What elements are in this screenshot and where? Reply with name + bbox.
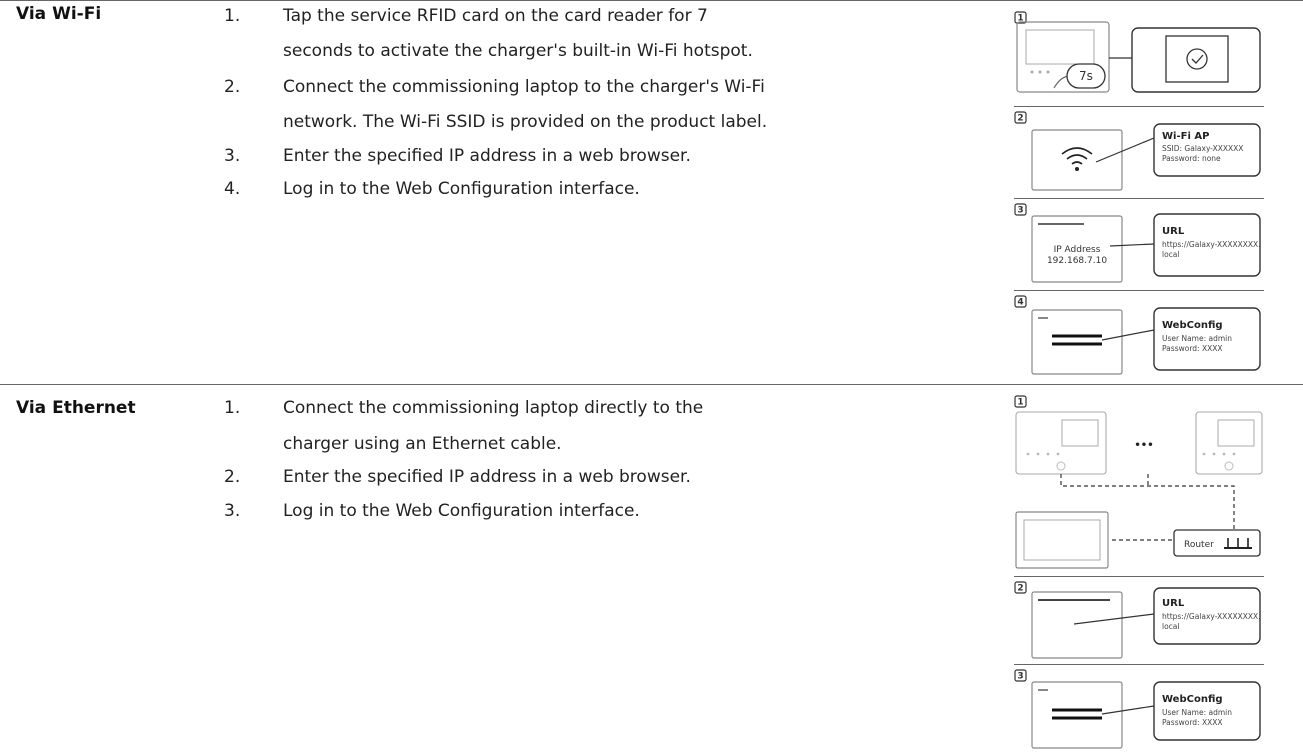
callout-line: https://Galaxy-XXXXXXXX. <box>1162 240 1261 249</box>
callout-title: WebConfig <box>1162 320 1223 331</box>
router-icon <box>1224 538 1252 549</box>
callout-line: Password: XXXX <box>1162 344 1223 353</box>
wifi-illustration-1: 1 7s <box>1014 8 1264 100</box>
step-number: 2. <box>224 77 241 97</box>
callout-line: local <box>1162 250 1179 259</box>
callout-title: Wi-Fi AP <box>1162 131 1209 142</box>
step-badge: 3 <box>1017 206 1023 216</box>
step-number: 1. <box>224 398 241 418</box>
step-number: 1. <box>224 6 241 26</box>
ellipsis-label: ••• <box>1134 440 1153 451</box>
panel-separator <box>1014 576 1264 577</box>
panel-separator <box>1014 106 1264 107</box>
step-text: Log in to the Web Configuration interfac… <box>283 179 640 199</box>
step-text: charger using an Ethernet cable. <box>283 434 562 454</box>
ethernet-illustration-3: 3 WebConfig User Name: admin Password: X… <box>1014 666 1264 750</box>
callout-title: URL <box>1162 226 1185 237</box>
callout-line: local <box>1162 622 1179 631</box>
step-text: Connect the commissioning laptop directl… <box>283 398 704 418</box>
step-badge: 1 <box>1017 398 1023 408</box>
callout-title: WebConfig <box>1162 694 1223 705</box>
callout-line: https://Galaxy-XXXXXXXX. <box>1162 612 1261 621</box>
callout-line: Password: XXXX <box>1162 718 1223 727</box>
section-heading-ethernet: Via Ethernet <box>16 398 136 418</box>
wifi-illustration-2: 2 Wi-Fi AP SSID: Galaxy-XXXXXX Password:… <box>1014 108 1264 198</box>
screen-ip-label: IP Address <box>1054 245 1101 255</box>
step-text: seconds to activate the charger's built-… <box>283 41 753 61</box>
panel-separator <box>1014 664 1264 665</box>
section-divider <box>0 384 1303 385</box>
step-badge: 3 <box>1017 672 1023 682</box>
wifi-illustration-4: 4 WebConfig User Name: admin Password: X… <box>1014 292 1264 382</box>
panel-separator <box>1014 198 1264 199</box>
timer-label: 7s <box>1079 69 1093 83</box>
ethernet-illustration-1: 1 ••• Router <box>1014 392 1264 570</box>
step-text: network. The Wi-Fi SSID is provided on t… <box>283 112 768 132</box>
step-badge: 4 <box>1017 298 1023 308</box>
step-text: Enter the specified IP address in a web … <box>283 146 691 166</box>
callout-line: Password: none <box>1162 154 1221 163</box>
callout-line: SSID: Galaxy-XXXXXX <box>1162 144 1243 153</box>
section-heading-wifi: Via Wi-Fi <box>16 4 102 24</box>
wifi-illustration-3: 3 IP Address 192.168.7.10 URL https://Ga… <box>1014 200 1264 288</box>
step-number: 3. <box>224 146 241 166</box>
callout-line: User Name: admin <box>1162 334 1232 343</box>
screen-ip-value: 192.168.7.10 <box>1047 256 1107 266</box>
step-number: 2. <box>224 467 241 487</box>
step-number: 4. <box>224 179 241 199</box>
ethernet-illustration-2: 2 URL https://Galaxy-XXXXXXXX. local <box>1014 578 1264 662</box>
callout-line: User Name: admin <box>1162 708 1232 717</box>
step-number: 3. <box>224 501 241 521</box>
step-text: Connect the commissioning laptop to the … <box>283 77 765 97</box>
callout-title: URL <box>1162 598 1185 609</box>
step-text: Tap the service RFID card on the card re… <box>283 6 708 26</box>
step-badge: 2 <box>1017 584 1023 594</box>
panel-separator <box>1014 290 1264 291</box>
router-label: Router <box>1184 540 1214 550</box>
step-text: Enter the specified IP address in a web … <box>283 467 691 487</box>
step-text: Log in to the Web Configuration interfac… <box>283 501 640 521</box>
wifi-icon <box>1061 147 1093 155</box>
step-badge: 2 <box>1017 114 1023 124</box>
